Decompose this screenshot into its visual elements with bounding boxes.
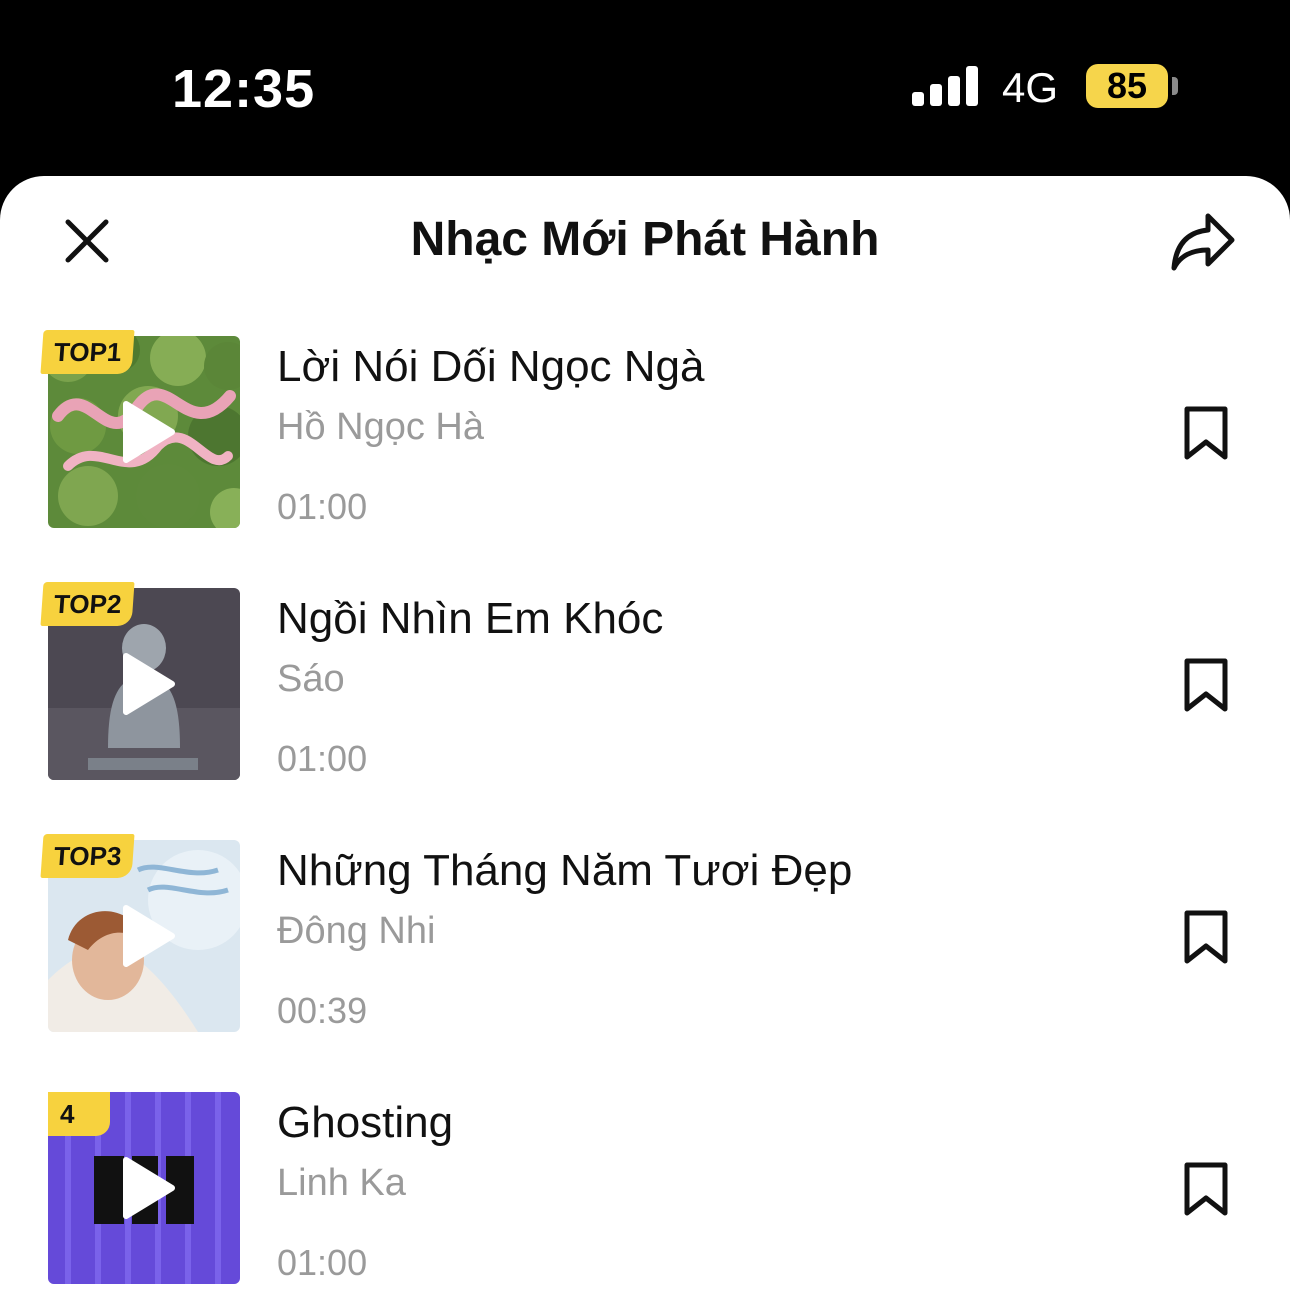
play-icon [123,1157,175,1219]
bookmark-button[interactable] [1180,910,1232,964]
rank-badge: TOP3 [40,834,135,878]
song-title: Ngồi Nhìn Em Khóc [277,594,664,643]
rank-badge: TOP1 [40,330,135,374]
bottom-sheet: Nhạc Mới Phát Hành TOP1 Lời Nói Dối Ngọc… [0,176,1290,1310]
song-duration: 01:00 [277,486,368,527]
play-icon [123,905,175,967]
page-title: Nhạc Mới Phát Hành [410,213,880,266]
battery-icon: 85 [1086,64,1168,108]
status-time: 12:35 [172,59,316,119]
signal-icon [912,66,982,106]
song-list-item[interactable]: TOP3 Những Tháng Năm Tươi Đẹp Đông Nhi 0… [0,834,1290,1040]
bookmark-button[interactable] [1180,658,1232,712]
bookmark-icon [1184,1162,1228,1216]
song-artist: Linh Ka [277,1162,406,1204]
song-title: Những Tháng Năm Tươi Đẹp [277,846,853,895]
bookmark-icon [1184,910,1228,964]
play-icon [123,401,175,463]
song-list-item[interactable]: TOP2 Ngồi Nhìn Em Khóc Sáo 01:00 [0,582,1290,788]
bookmark-icon [1184,406,1228,460]
song-artist: Sáo [277,658,345,700]
bookmark-icon [1184,658,1228,712]
battery-cap [1172,77,1178,95]
rank-badge: 4 [48,1092,110,1136]
song-title: Lời Nói Dối Ngọc Ngà [277,342,705,391]
share-icon [1171,213,1235,271]
song-artist: Đông Nhi [277,910,436,952]
song-duration: 01:00 [277,738,368,779]
share-button[interactable] [1168,210,1238,274]
bookmark-button[interactable] [1180,1162,1232,1216]
rank-badge: TOP2 [40,582,135,626]
network-type: 4G [1002,64,1059,111]
song-list-item[interactable]: 4 Ghosting Linh Ka 01:00 [0,1092,1290,1292]
battery-level: 85 [1106,65,1148,106]
status-bar: 12:35 4G 85 [0,0,1290,176]
song-artist: Hồ Ngọc Hà [277,406,484,448]
bookmark-button[interactable] [1180,406,1232,460]
song-duration: 00:39 [277,990,368,1031]
play-icon [123,653,175,715]
song-list-item[interactable]: TOP1 Lời Nói Dối Ngọc Ngà Hồ Ngọc Hà 01:… [0,330,1290,536]
song-duration: 01:00 [277,1242,368,1283]
song-title: Ghosting [277,1098,454,1147]
